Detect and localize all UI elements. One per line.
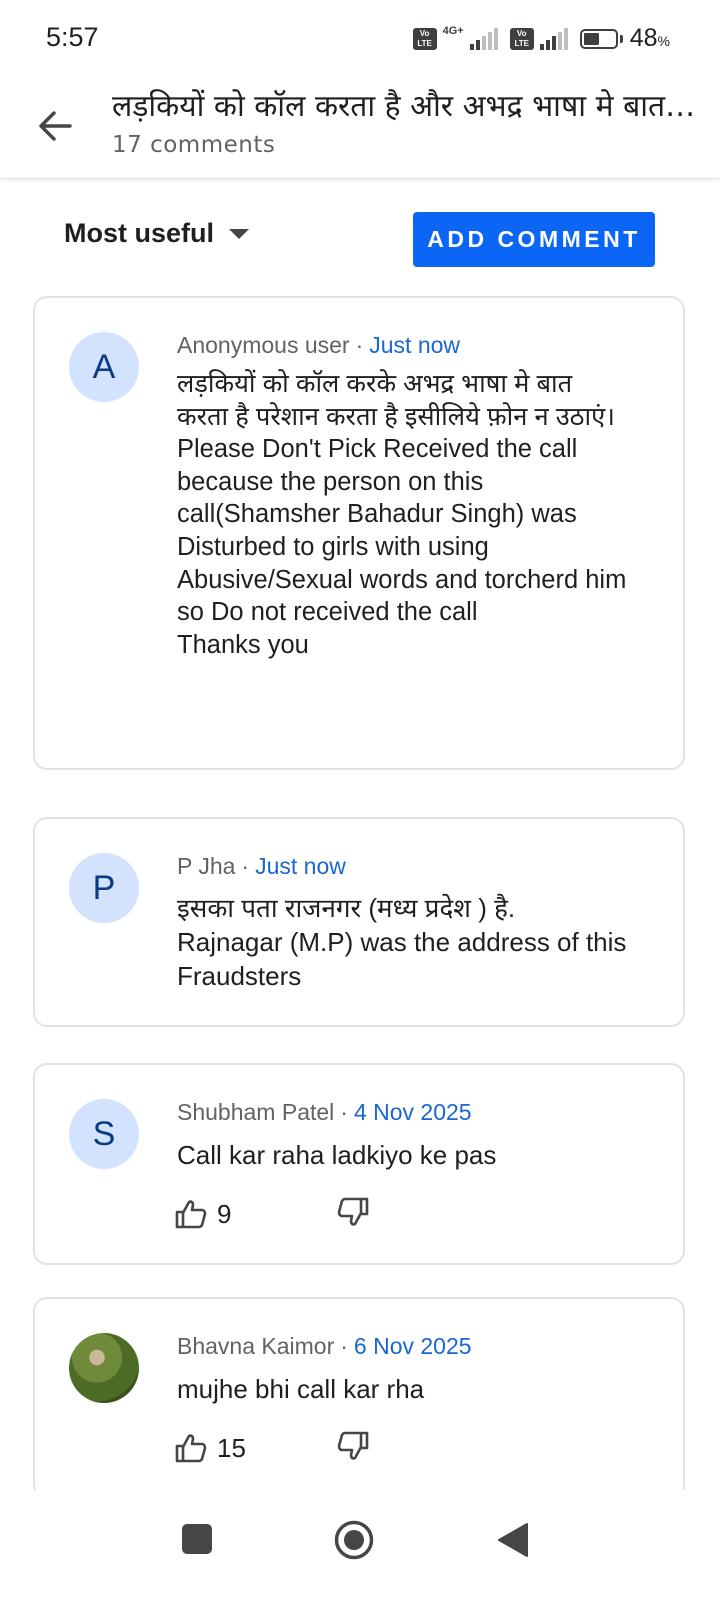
like-button[interactable]: 15 (175, 1433, 337, 1464)
comment-card: A Anonymous user · Just now लड़कियों को कॉ… (33, 296, 685, 770)
comment-time: Just now (369, 332, 461, 358)
home-button[interactable] (333, 1519, 375, 1565)
meta-separator: · (241, 853, 250, 879)
comment-meta: Bhavna Kaimor · 6 Nov 2025 (177, 1333, 472, 1360)
square-icon (182, 1524, 212, 1554)
like-button[interactable]: 9 (175, 1199, 337, 1230)
sort-dropdown[interactable]: Most useful (64, 218, 250, 249)
sort-label: Most useful (64, 218, 215, 248)
signal-icon-sim2 (539, 27, 568, 50)
comment-author: Bhavna Kaimor (177, 1333, 335, 1359)
comment-count: 17 comments (112, 132, 276, 158)
status-icons: Vo LTE 4G+ Vo LTE 48% (412, 24, 670, 53)
comment-actions: 9 (175, 1197, 369, 1231)
dropdown-arrow-icon (229, 228, 250, 239)
comment-time: 4 Nov 2025 (353, 1099, 472, 1125)
back-nav-button[interactable] (496, 1522, 530, 1562)
status-time: 5:57 (46, 22, 99, 52)
add-comment-button[interactable]: ADD COMMENT (413, 212, 655, 267)
comment-card: S Shubham Patel · 4 Nov 2025 Call kar raha… (33, 1063, 685, 1265)
circle-home-icon (334, 1520, 374, 1560)
volte-icon-sim2: Vo LTE (509, 27, 534, 50)
avatar: A (69, 332, 139, 402)
status-bar: 5:57 Vo LTE 4G+ Vo LTE 48% (0, 0, 720, 78)
comment-meta: Shubham Patel · 4 Nov 2025 (177, 1099, 472, 1126)
comment-meta: Anonymous user · Just now (177, 332, 460, 359)
battery-icon (579, 28, 623, 49)
comment-text: लड़कियों को कॉल करके अभद्र भाषा मे बात क… (177, 370, 627, 659)
comment-time: 6 Nov 2025 (353, 1333, 472, 1359)
comment-author: P Jha (177, 853, 236, 879)
thumbs-up-icon (175, 1434, 207, 1463)
avatar: S (69, 1099, 139, 1169)
dislike-button[interactable] (337, 1431, 369, 1465)
avatar-photo (69, 1333, 139, 1403)
comment-author: Shubham Patel (177, 1099, 335, 1125)
arrow-left-icon (39, 111, 72, 141)
comment-actions: 15 (175, 1431, 369, 1465)
comment-card: P P Jha · Just now इसका पता राजनगर (मध्य प… (33, 817, 685, 1027)
like-count: 9 (217, 1198, 232, 1229)
recents-button[interactable] (180, 1522, 214, 1560)
network-type-label: 4G+ (442, 24, 464, 37)
triangle-back-icon (498, 1523, 528, 1557)
comment-card: Bhavna Kaimor · 6 Nov 2025 mujhe bhi call … (33, 1297, 685, 1499)
comment-text: mujhe bhi call kar rha (177, 1374, 425, 1404)
thumbs-down-icon (337, 1197, 369, 1226)
meta-separator: · (340, 1099, 348, 1125)
comment-time: Just now (255, 853, 346, 879)
signal-icon (469, 27, 498, 50)
app-bar: लड़कियों को कॉल करता है और अभद्र भाषा मे… (0, 78, 720, 179)
volte-icon: Vo LTE (412, 27, 437, 50)
meta-separator: · (355, 332, 364, 358)
thumbs-down-icon (337, 1431, 369, 1460)
comment-author: Anonymous user (177, 332, 350, 358)
comment-meta: P Jha · Just now (177, 853, 346, 880)
meta-separator: · (340, 1333, 348, 1359)
system-nav-bar (0, 1490, 720, 1600)
page-title: लड़कियों को कॉल करता है और अभद्र भाषा मे… (112, 89, 702, 124)
thumbs-up-icon (175, 1200, 207, 1229)
comment-text: इसका पता राजनगर (मध्य प्रदेश ) है. Rajna… (177, 893, 627, 991)
battery-percent: 48% (629, 24, 670, 52)
avatar: P (69, 853, 139, 923)
dislike-button[interactable] (337, 1197, 369, 1231)
like-count: 15 (217, 1432, 246, 1463)
comment-text: Call kar raha ladkiyo ke pas (177, 1140, 497, 1170)
back-button[interactable] (30, 100, 82, 152)
